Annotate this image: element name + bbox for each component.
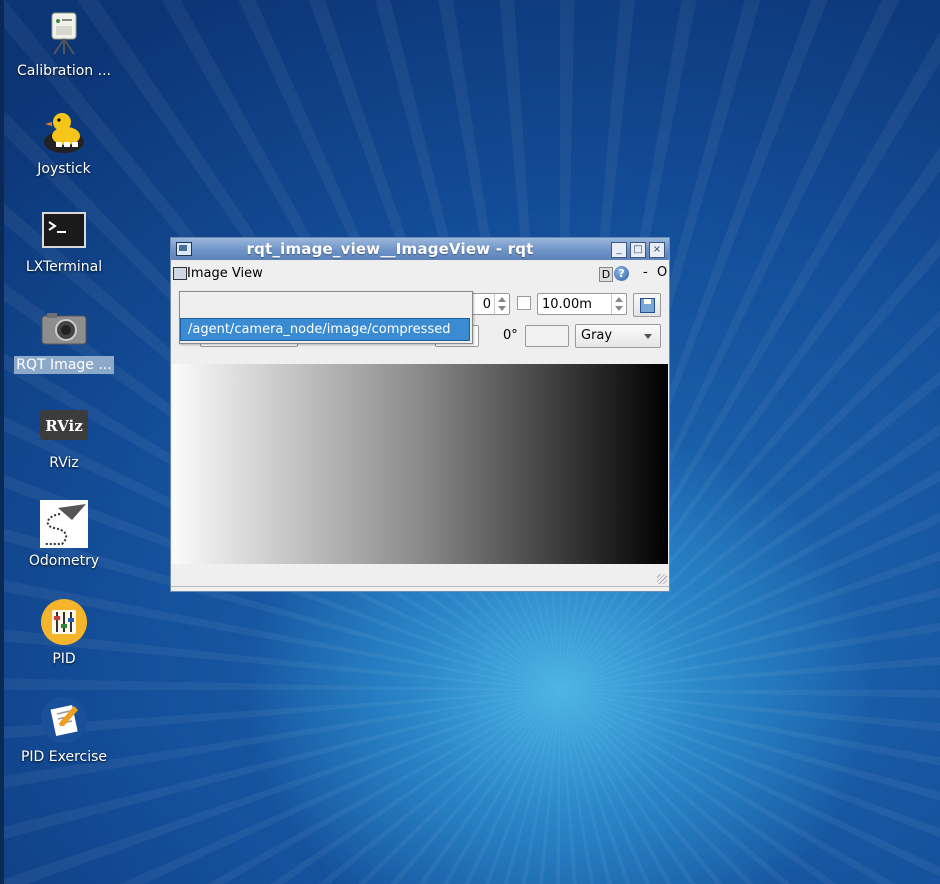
max-range-value: 10.00m	[542, 297, 592, 312]
rotation-label: 0°	[503, 328, 518, 343]
resize-grip[interactable]	[657, 574, 667, 584]
dock-d-button[interactable]: D	[599, 267, 613, 282]
dock-widget-header: Image View D ? - O	[171, 262, 669, 284]
desktop-icon-label: RViz	[49, 455, 79, 471]
colormap-select[interactable]: Gray	[575, 324, 661, 348]
image-display[interactable]	[172, 364, 668, 564]
desktop-icon-label: Joystick	[37, 161, 91, 177]
desktop-icon-label: Odometry	[28, 553, 100, 569]
colormap-value: Gray	[581, 328, 613, 343]
spinbox-value: 0	[482, 297, 491, 312]
topic-option-camera-compressed[interactable]: /agent/camera_node/image/compressed	[180, 318, 470, 341]
desktop-icon-label: PID	[52, 651, 76, 667]
topic-option-blank[interactable]	[180, 292, 472, 317]
maximize-button[interactable]: □	[630, 242, 646, 258]
spinbox-arrows[interactable]	[611, 294, 626, 314]
help-icon[interactable]: ?	[614, 266, 629, 281]
desktop-icon-pid[interactable]: PID	[8, 598, 120, 688]
close-button[interactable]: ×	[649, 242, 665, 258]
desktop-icon-rviz[interactable]: RViz RViz	[8, 402, 120, 492]
pid-exercise-icon	[41, 697, 87, 743]
calibration-icon	[51, 12, 77, 55]
dock-close-button[interactable]: O	[657, 265, 667, 280]
minimize-button[interactable]: _	[611, 242, 627, 258]
desktop-icon-lxterminal[interactable]: LXTerminal	[8, 206, 120, 296]
desktop-icon-odometry[interactable]: Odometry	[8, 500, 120, 590]
chevron-down-icon	[644, 334, 652, 339]
desktop-icon-label: LXTerminal	[25, 259, 103, 275]
save-image-button[interactable]	[633, 293, 661, 317]
pid-sliders-icon	[41, 599, 87, 645]
rviz-icon: RViz	[40, 410, 88, 440]
desktop-icon-rqt-image[interactable]: RQT Image ...	[8, 304, 120, 394]
desktop-icon-pid-exercise[interactable]: PID Exercise	[8, 696, 120, 786]
odometry-path-icon	[40, 500, 88, 548]
max-range-spinbox[interactable]: 10.00m	[537, 293, 627, 315]
desktop-icon-calibration[interactable]: Calibration ...	[8, 10, 120, 100]
spinbox-arrows[interactable]	[494, 294, 509, 314]
camera-icon	[41, 313, 87, 345]
joystick-duck-icon	[44, 113, 84, 153]
rotate-button[interactable]	[525, 325, 569, 347]
dock-minimize-button[interactable]: -	[643, 265, 648, 280]
smooth-checkbox[interactable]	[517, 296, 531, 310]
desktop-icon-joystick[interactable]: Joystick	[8, 108, 120, 198]
desktop-icon-label: PID Exercise	[20, 749, 108, 765]
dock-title: Image View	[187, 266, 263, 281]
desktop-icon-label: RQT Image ...	[14, 356, 114, 374]
status-bar	[171, 586, 669, 592]
desktop-icon-label: Calibration ...	[17, 63, 111, 79]
image-view-icon	[173, 267, 187, 280]
svg-text:RViz: RViz	[45, 417, 83, 435]
save-icon	[640, 298, 655, 313]
window-titlebar[interactable]: rqt_image_view__ImageView - rqt _ □ ×	[171, 238, 669, 260]
topic-dropdown-popup: /agent/camera_node/image/compressed	[179, 291, 473, 344]
screen-edge	[0, 0, 4, 884]
terminal-icon	[42, 212, 86, 248]
window-title: rqt_image_view__ImageView - rqt	[246, 240, 534, 258]
